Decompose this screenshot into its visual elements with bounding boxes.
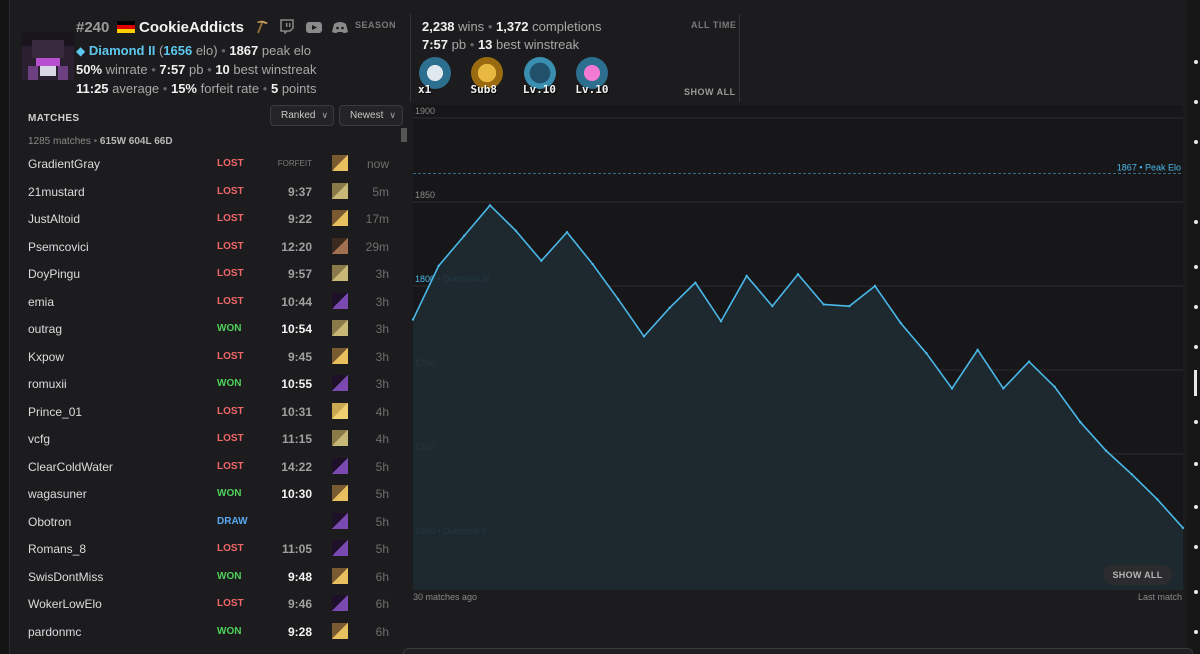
peak-elo-label: 1867 • Peak Elo [1117, 162, 1181, 172]
scroll-marker [1194, 505, 1198, 509]
y-tick-label: 1850 [415, 190, 435, 200]
elo-point [694, 281, 697, 284]
elo-point [591, 262, 594, 266]
scroll-marker [1194, 590, 1198, 594]
bottom-input-bar[interactable] [403, 648, 1193, 654]
elo-point [719, 320, 723, 323]
elo-point [488, 204, 492, 207]
elo-point [1002, 387, 1005, 390]
elo-point [1156, 498, 1159, 501]
elo-point [642, 335, 646, 338]
elo-point [1079, 420, 1082, 424]
scroll-marker [1194, 462, 1198, 466]
elo-point [1104, 449, 1108, 452]
scroll-marker [1194, 630, 1198, 634]
elo-point [411, 318, 415, 321]
scroll-marker [1194, 265, 1198, 269]
elo-point [822, 303, 825, 306]
elo-point [540, 259, 543, 262]
elo-point [925, 352, 928, 355]
x-axis-right-label: Last match [1138, 592, 1183, 602]
show-all-chart-button[interactable]: SHOW ALL [1103, 565, 1172, 585]
elo-point [514, 229, 517, 232]
elo-point [1027, 360, 1031, 363]
elo-point [848, 304, 851, 308]
x-axis-left-label: 30 matches ago [413, 592, 478, 602]
scroll-marker [1194, 545, 1198, 549]
elo-point [1130, 472, 1133, 476]
scrollbar-thumb[interactable] [1194, 370, 1197, 396]
elo-point [771, 304, 774, 308]
scroll-marker [1194, 420, 1198, 424]
elo-point [617, 298, 620, 301]
scroll-marker [1194, 100, 1198, 104]
y-tick-label: 1900 [415, 106, 435, 116]
elo-point [796, 273, 800, 276]
elo-point [976, 348, 979, 352]
scroll-marker [1194, 305, 1198, 309]
elo-point [1181, 526, 1185, 530]
elo-chart: 190018501800 • Diamond III175017001650 •… [411, 105, 1185, 591]
right-edge-panel [1186, 0, 1200, 654]
elo-point [437, 264, 440, 268]
elo-point [1053, 385, 1056, 388]
scroll-marker [1194, 140, 1198, 144]
elo-point [565, 231, 569, 234]
elo-point [463, 234, 466, 237]
scroll-marker [1194, 60, 1198, 64]
scroll-marker [1194, 220, 1198, 224]
elo-point [950, 387, 954, 390]
elo-point [668, 306, 671, 310]
elo-point [745, 274, 748, 278]
elo-point [873, 284, 877, 288]
elo-point [899, 321, 902, 325]
scroll-marker [1194, 345, 1198, 349]
